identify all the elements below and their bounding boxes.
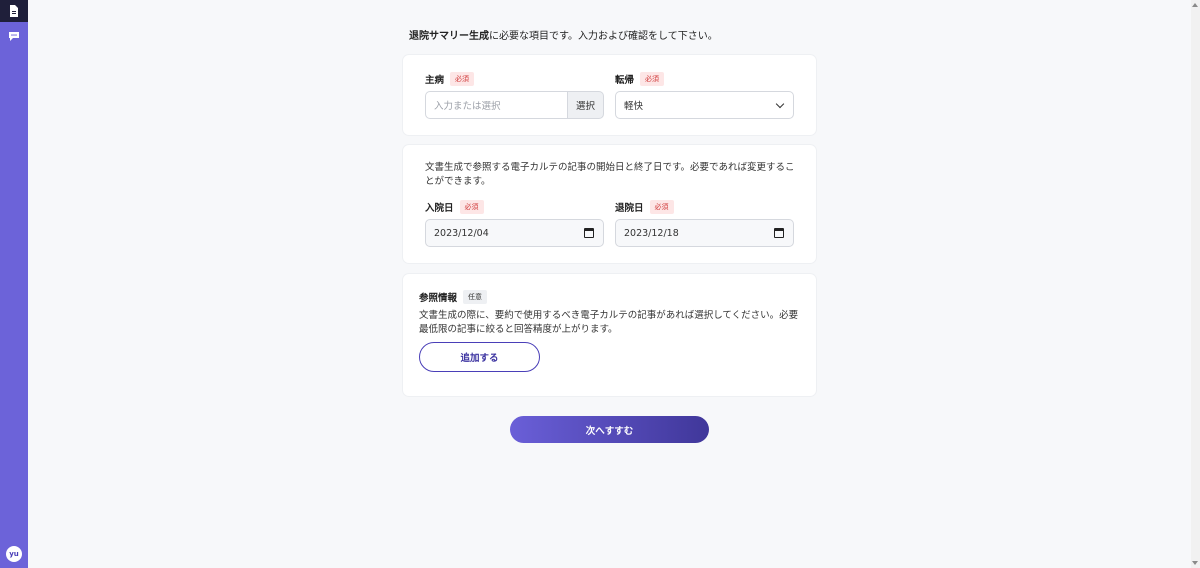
main-disease-select-button[interactable]: 選択 (568, 91, 604, 119)
scroll-down-arrow-icon[interactable] (1192, 561, 1198, 565)
intro-rest: に必要な項目です。入力および確認をして下さい。 (489, 31, 718, 42)
reference-label-text: 参照情報 (419, 293, 458, 304)
optional-badge: 任意 (463, 290, 488, 304)
outcome-label: 転帰 必須 (615, 72, 665, 86)
discharge-date-label: 退院日 必須 (615, 200, 674, 214)
scroll-up-arrow-icon[interactable] (1192, 3, 1198, 7)
chevron-down-icon (775, 99, 785, 109)
outcome-select[interactable]: 軽快 (615, 91, 794, 119)
intro-text: 退院サマリー生成に必要な項目です。入力および確認をして下さい。 (409, 27, 718, 42)
required-badge: 必須 (459, 200, 484, 214)
required-badge: 必須 (640, 72, 665, 86)
date-range-card: 文書生成で参照する電子カルテの記事の開始日と終了日です。必要であれば変更すること… (403, 145, 816, 263)
sidebar-item-chat[interactable] (0, 25, 28, 47)
reference-description: 文書生成の際に、要約で使用するべき電子カルテの記事があれば選択してください。必要… (419, 310, 799, 335)
required-badge: 必須 (450, 72, 475, 86)
document-icon (10, 5, 18, 17)
admission-date-value: 2023/12/04 (434, 227, 489, 239)
discharge-label-text: 退院日 (615, 203, 644, 214)
scrollbar[interactable] (1191, 0, 1200, 568)
sidebar-item-documents[interactable] (0, 0, 28, 22)
discharge-date-value: 2023/12/18 (624, 227, 679, 239)
main-disease-placeholder: 入力または選択 (434, 101, 501, 112)
reference-info-label: 参照情報 任意 (419, 290, 488, 304)
admission-label-text: 入院日 (425, 203, 454, 214)
admission-date-label: 入院日 必須 (425, 200, 484, 214)
sidebar: yu (0, 0, 28, 568)
required-badge: 必須 (649, 200, 674, 214)
main-disease-input[interactable]: 入力または選択 (425, 91, 568, 119)
user-avatar[interactable]: yu (6, 546, 22, 562)
calendar-icon[interactable] (774, 228, 784, 238)
add-reference-button[interactable]: 追加する (419, 342, 540, 372)
main-disease-label: 主病 必須 (425, 72, 475, 86)
calendar-icon[interactable] (584, 228, 594, 238)
reference-info-card: 参照情報 任意 文書生成の際に、要約で使用するべき電子カルテの記事があれば選択し… (403, 274, 816, 396)
diagnosis-card: 主病 必須 入力または選択 選択 転帰 必須 軽快 (403, 55, 816, 135)
outcome-label-text: 転帰 (615, 75, 635, 86)
intro-bold: 退院サマリー生成 (409, 31, 489, 42)
admission-date-input[interactable]: 2023/12/04 (425, 219, 604, 247)
next-button[interactable]: 次へすすむ (510, 416, 709, 443)
discharge-date-input[interactable]: 2023/12/18 (615, 219, 794, 247)
outcome-value: 軽快 (624, 101, 644, 112)
chat-icon (9, 31, 19, 41)
main-disease-label-text: 主病 (425, 75, 445, 86)
date-range-description: 文書生成で参照する電子カルテの記事の開始日と終了日です。必要であれば変更すること… (425, 162, 795, 187)
